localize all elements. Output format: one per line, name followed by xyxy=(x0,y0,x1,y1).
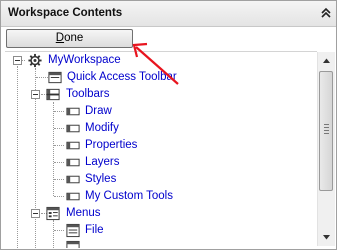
tree-item-toolbars[interactable]: Toolbars xyxy=(5,86,315,103)
tree-item-toolbar-properties[interactable]: Properties xyxy=(5,137,315,154)
tree-item-toolbar-draw[interactable]: Draw xyxy=(5,103,315,120)
collapse-toggle[interactable] xyxy=(31,90,40,99)
tree-item-label: File xyxy=(85,224,104,236)
grip-line xyxy=(324,133,329,134)
workspace-tree: MyWorkspace Quick Access Toolbar Toolbar… xyxy=(5,51,317,248)
toolbars-icon xyxy=(46,88,60,101)
tree-item-label: Styles xyxy=(85,173,117,185)
toolbar-window-icon xyxy=(48,71,62,84)
tree-item-label: Menus xyxy=(66,207,101,219)
tree-item-label: Quick Access Toolbar xyxy=(67,71,177,83)
done-label-rest: one xyxy=(64,32,84,44)
grip-line xyxy=(324,124,329,125)
collapse-toggle[interactable] xyxy=(13,56,22,65)
tree-item-label: MyWorkspace xyxy=(48,54,121,66)
tree-item-label: Draw xyxy=(85,105,112,117)
arrow-down-icon xyxy=(323,235,330,240)
scroll-thumb[interactable] xyxy=(319,71,333,191)
arrow-up-icon xyxy=(323,58,330,63)
tree-item-menu-file[interactable]: File xyxy=(5,222,315,239)
gear-icon xyxy=(28,53,42,68)
toolbar-icon xyxy=(66,107,80,116)
tree-item-toolbar-modify[interactable]: Modify xyxy=(5,120,315,137)
panel-title: Workspace Contents xyxy=(8,7,123,19)
double-chevron-up-icon[interactable] xyxy=(319,6,333,20)
done-label-mnemonic: D xyxy=(55,32,65,44)
tree-scrollbar[interactable] xyxy=(317,52,335,246)
scroll-up-button[interactable] xyxy=(318,52,335,69)
tree-item-quick-access-toolbar[interactable]: Quick Access Toolbar xyxy=(5,69,315,86)
menus-icon xyxy=(46,206,60,221)
scroll-down-button[interactable] xyxy=(318,229,335,246)
tree-item-toolbar-layers[interactable]: Layers xyxy=(5,154,315,171)
workspace-contents-panel: Workspace Contents Done MyWorkspace Quic… xyxy=(0,0,337,250)
collapse-toggle[interactable] xyxy=(31,209,40,218)
toolbar-icon xyxy=(66,192,80,201)
tree-item-label: Toolbars xyxy=(66,88,110,100)
tree-item-menus[interactable]: Menus xyxy=(5,205,315,222)
tree-item-toolbar-styles[interactable]: Styles xyxy=(5,171,315,188)
tree-item-label: Properties xyxy=(85,139,138,151)
toolbar-icon xyxy=(66,158,80,167)
grip-line xyxy=(324,127,329,128)
tree-item-myworkspace[interactable]: MyWorkspace xyxy=(5,52,315,69)
menu-icon xyxy=(66,223,80,238)
tree-item-label: Layers xyxy=(85,156,120,168)
grip-line xyxy=(324,130,329,131)
tree-item-label: Modify xyxy=(85,122,119,134)
toolbar-icon xyxy=(66,124,80,133)
tree-item-label: My Custom Tools xyxy=(85,190,173,202)
tree-item-menu-partial[interactable] xyxy=(5,239,315,248)
tree-item-toolbar-my-custom-tools[interactable]: My Custom Tools xyxy=(5,188,315,205)
done-button[interactable]: Done xyxy=(6,29,133,48)
toolbar-icon xyxy=(66,141,80,150)
panel-header: Workspace Contents xyxy=(1,1,336,27)
menu-icon xyxy=(66,240,80,248)
toolbar-icon xyxy=(66,175,80,184)
